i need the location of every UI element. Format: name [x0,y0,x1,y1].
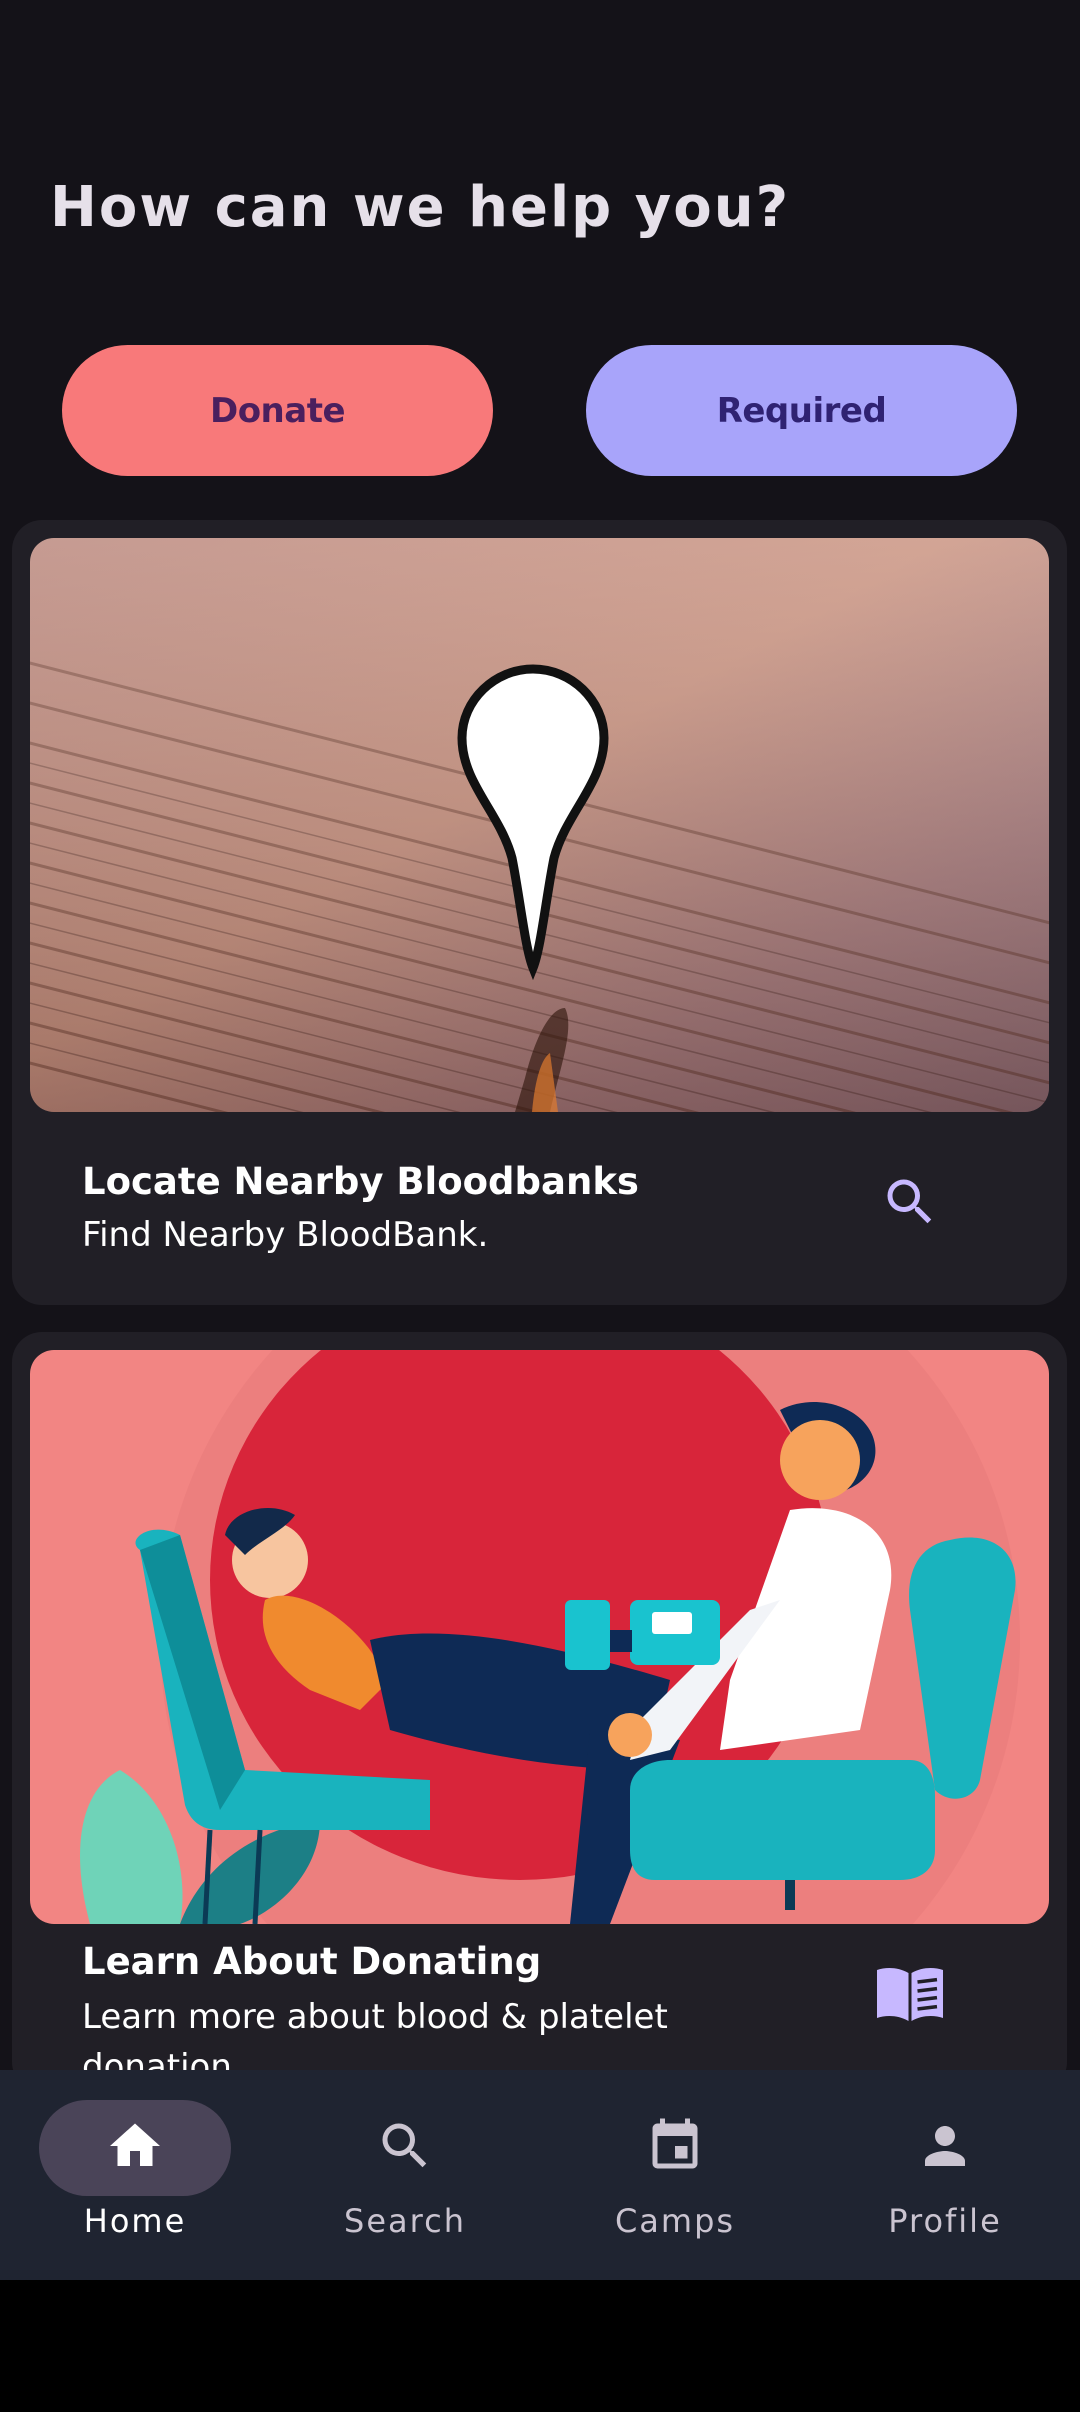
nav-profile[interactable]: Profile [810,2070,1080,2280]
map-pin-image [30,538,1049,1112]
required-button[interactable]: Required [586,345,1017,476]
person-icon [915,2116,975,2180]
nav-profile-label: Profile [888,2202,1002,2240]
book-icon[interactable] [874,1964,946,2028]
home-icon [105,2116,165,2180]
card-title: Learn About Donating [82,1940,542,1983]
search-icon[interactable] [880,1172,940,1236]
locate-bloodbanks-card[interactable]: Locate Nearby Bloodbanks Find Nearby Blo… [12,520,1067,1305]
donation-illustration [30,1350,1049,1924]
calendar-icon [645,2116,705,2180]
card-title: Locate Nearby Bloodbanks [82,1160,639,1203]
card-subtitle: Find Nearby BloodBank. [82,1215,489,1255]
nav-camps[interactable]: Camps [540,2070,810,2280]
nav-home[interactable]: Home [0,2070,270,2280]
page-title: How can we help you? [50,175,791,240]
nav-camps-label: Camps [614,2202,736,2240]
nav-active-indicator [39,2100,231,2196]
system-navigation-bar [0,2280,1080,2412]
nav-search[interactable]: Search [270,2070,540,2280]
learn-donating-card[interactable]: Learn About Donating Learn more about bl… [12,1332,1067,2092]
search-icon [375,2116,435,2180]
bottom-navigation: Home Search Camps Profile [0,2070,1080,2280]
nav-search-label: Search [344,2202,466,2240]
donate-button[interactable]: Donate [62,345,493,476]
nav-home-label: Home [83,2202,187,2240]
